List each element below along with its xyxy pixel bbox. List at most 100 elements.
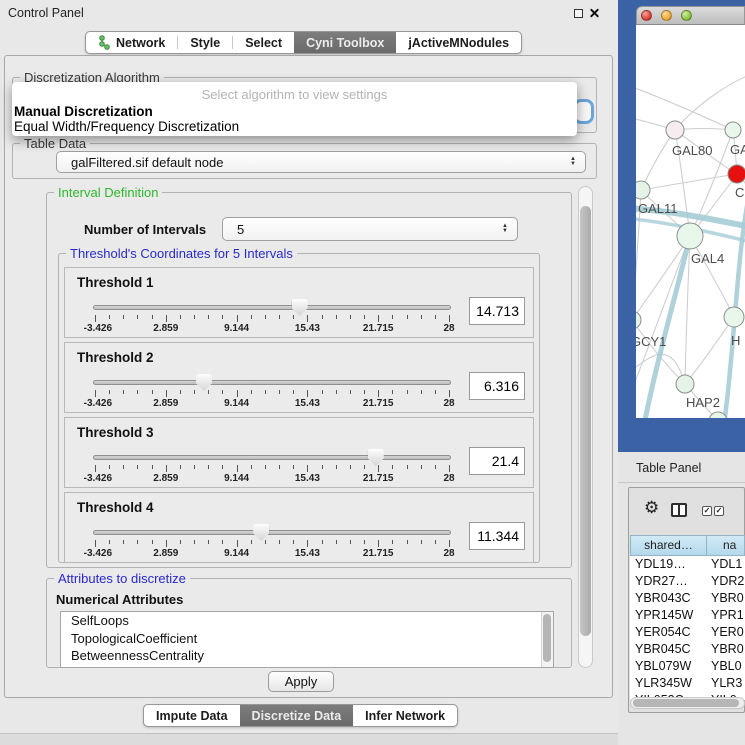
thresholds-group-label: Threshold's Coordinates for 5 Intervals bbox=[66, 246, 297, 261]
threshold-slider-thumb[interactable] bbox=[368, 449, 384, 466]
attribute-list-item[interactable]: BetweennessCentrality bbox=[61, 647, 553, 665]
threshold-slider-track[interactable] bbox=[93, 455, 451, 460]
float-panel-icon[interactable] bbox=[574, 9, 583, 18]
slider-tick bbox=[123, 540, 124, 544]
slider-tick bbox=[222, 465, 223, 469]
network-node[interactable] bbox=[676, 375, 694, 393]
threshold-panel: Threshold 4-3.4262.8599.14415.4321.71528… bbox=[64, 492, 534, 563]
threshold-slider-thumb[interactable] bbox=[292, 299, 308, 316]
table-row[interactable]: YDL19…YDL1 bbox=[630, 556, 745, 573]
tab-label: Impute Data bbox=[156, 709, 228, 723]
tab-cyni-toolbox[interactable]: Cyni Toolbox bbox=[294, 32, 396, 53]
tab-discretize-data[interactable]: Discretize Data bbox=[240, 705, 354, 726]
slider-tick bbox=[322, 390, 323, 394]
popup-hint: Select algorithm to view settings bbox=[12, 87, 577, 102]
threshold-slider-thumb[interactable] bbox=[253, 524, 269, 541]
algorithm-option[interactable]: Manual Discretization bbox=[14, 104, 153, 119]
window-close-icon[interactable] bbox=[641, 10, 652, 21]
checkbox-icon[interactable]: ✓ bbox=[714, 506, 724, 516]
slider-tick bbox=[137, 540, 138, 544]
threshold-value-field[interactable]: 6.316 bbox=[469, 372, 525, 400]
table-row[interactable]: YBR043CYBR0 bbox=[630, 590, 745, 607]
tab-impute-data[interactable]: Impute Data bbox=[144, 705, 240, 726]
slider-tick bbox=[123, 315, 124, 319]
network-edge bbox=[641, 130, 675, 190]
attribute-list-item[interactable]: TopologicalCoefficient bbox=[61, 630, 553, 648]
network-node-label: GAL4 bbox=[691, 251, 724, 266]
threshold-value-field[interactable]: 14.713 bbox=[469, 297, 525, 325]
tab-jactivemnodules[interactable]: jActiveMNodules bbox=[396, 32, 521, 53]
slider-tick bbox=[237, 315, 238, 322]
table-data-value: galFiltered.sif default node bbox=[71, 155, 223, 170]
tab-select[interactable]: Select bbox=[233, 32, 294, 53]
attribute-list-item[interactable]: SelfLoops bbox=[61, 612, 553, 630]
algorithm-option[interactable]: Equal Width/Frequency Discretization bbox=[14, 119, 239, 134]
network-node[interactable] bbox=[636, 181, 650, 199]
slider-tick bbox=[364, 540, 365, 544]
tab-label: Style bbox=[190, 36, 220, 50]
network-node[interactable] bbox=[636, 311, 641, 329]
network-node[interactable] bbox=[725, 122, 741, 138]
slider-tick bbox=[208, 315, 209, 319]
slider-tick bbox=[350, 315, 351, 319]
slider-tick bbox=[350, 390, 351, 394]
table-data-select[interactable]: galFiltered.sif default node ▲▼ bbox=[56, 151, 586, 173]
network-node-label: GCY1 bbox=[636, 334, 666, 349]
slider-tick bbox=[265, 540, 266, 544]
table-panel-title: Table Panel bbox=[636, 461, 701, 475]
table-row[interactable]: YDR27…YDR2 bbox=[630, 573, 745, 590]
threshold-slider-track[interactable] bbox=[93, 380, 451, 385]
attributes-list-scrollbar-thumb[interactable] bbox=[543, 614, 551, 662]
table-body[interactable]: YDL19…YDL1YDR27…YDR2YBR043CYBR0YPR145WYP… bbox=[630, 556, 745, 700]
slider-tick bbox=[307, 315, 308, 322]
column-header-shared-name[interactable]: shared… bbox=[630, 535, 707, 556]
slider-tick bbox=[279, 465, 280, 469]
tab-infer-network[interactable]: Infer Network bbox=[353, 705, 457, 726]
cell-name: YLR3 bbox=[707, 675, 745, 692]
slider-tick-label: 2.859 bbox=[153, 323, 178, 334]
table-row[interactable]: YBL079WYBL0 bbox=[630, 658, 745, 675]
slider-tick bbox=[109, 315, 110, 319]
slider-tick bbox=[123, 465, 124, 469]
settings-scrollbar-thumb[interactable] bbox=[580, 206, 591, 636]
slider-tick-label: 9.144 bbox=[224, 323, 249, 334]
apply-button[interactable]: Apply bbox=[268, 671, 334, 692]
window-zoom-icon[interactable] bbox=[681, 10, 692, 21]
slider-tick bbox=[166, 465, 167, 472]
slider-tick bbox=[265, 390, 266, 394]
tab-network[interactable]: Network bbox=[86, 32, 177, 53]
table-row[interactable]: YBR045CYBR0 bbox=[630, 641, 745, 658]
close-icon[interactable] bbox=[588, 6, 601, 19]
threshold-value-field[interactable]: 21.4 bbox=[469, 447, 525, 475]
threshold-slider-thumb[interactable] bbox=[196, 374, 212, 391]
gear-icon[interactable]: ⚙ bbox=[644, 498, 659, 518]
cell-shared-name: YBR045C bbox=[630, 641, 707, 658]
threshold-slider-track[interactable] bbox=[93, 530, 451, 535]
checkbox-icon[interactable]: ✓ bbox=[702, 506, 712, 516]
slider-tick bbox=[137, 465, 138, 469]
slider-tick bbox=[265, 465, 266, 469]
slider-tick bbox=[109, 465, 110, 469]
columns-icon[interactable] bbox=[671, 503, 687, 517]
slider-tick bbox=[407, 390, 408, 394]
network-node-label: H bbox=[731, 333, 740, 348]
network-node[interactable] bbox=[666, 121, 684, 139]
table-row[interactable]: YLR345WYLR3 bbox=[630, 675, 745, 692]
table-horizontal-scrollbar-thumb[interactable] bbox=[633, 699, 739, 707]
interval-definition-label: Interval Definition bbox=[54, 185, 162, 200]
column-header-name[interactable]: na bbox=[707, 535, 745, 556]
threshold-slider-track[interactable] bbox=[93, 305, 451, 310]
numerical-attributes-list[interactable]: SelfLoopsTopologicalCoefficientBetweenne… bbox=[60, 611, 554, 668]
tab-style[interactable]: Style bbox=[178, 32, 232, 53]
slider-tick bbox=[435, 315, 436, 319]
network-canvas[interactable]: GAL80GACGAL11GAL4GCY1HHAP2 bbox=[636, 25, 745, 418]
threshold-value-field[interactable]: 11.344 bbox=[469, 522, 525, 550]
number-of-intervals-select[interactable]: 5 ▲▼ bbox=[222, 217, 518, 241]
window-minimize-icon[interactable] bbox=[661, 10, 672, 21]
network-node[interactable] bbox=[724, 307, 744, 327]
table-row[interactable]: YPR145WYPR1 bbox=[630, 607, 745, 624]
network-node[interactable] bbox=[677, 223, 703, 249]
threshold-label: Threshold 4 bbox=[77, 500, 154, 515]
network-node[interactable] bbox=[728, 165, 745, 183]
table-row[interactable]: YER054CYER0 bbox=[630, 624, 745, 641]
